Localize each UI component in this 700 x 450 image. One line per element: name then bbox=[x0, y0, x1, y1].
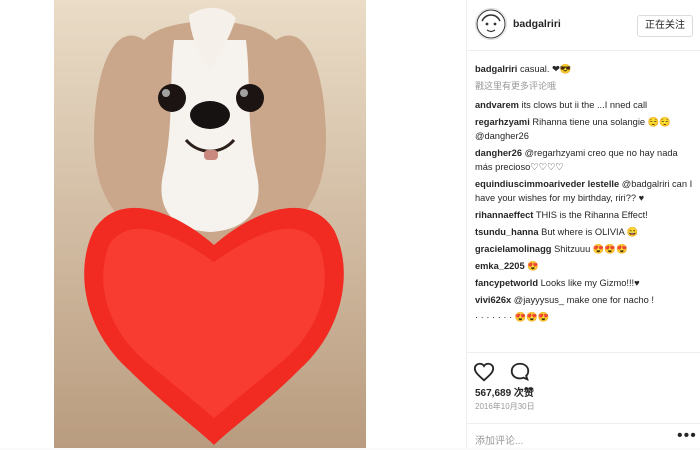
comment-text: But where is OLIVIA 😄 bbox=[541, 227, 639, 237]
comment-username[interactable]: vivi626x bbox=[475, 295, 511, 305]
post-actions: 567,689 次赞 2016年10月30日 添加评论... ••• bbox=[467, 352, 700, 449]
photo-margin bbox=[0, 0, 54, 448]
heart-icon-svg bbox=[473, 362, 495, 382]
more-comments-link[interactable]: 戳这里有更多评论哦 bbox=[467, 79, 700, 92]
comment-icon-svg bbox=[511, 362, 530, 381]
following-button[interactable]: 正在关注 bbox=[637, 15, 693, 37]
comment-username[interactable]: gracielamolinagg bbox=[475, 244, 551, 254]
comment-username[interactable]: regarhzyami bbox=[475, 117, 530, 127]
comment-text: Shitzuuu 😍😍😍 bbox=[554, 244, 628, 254]
comment-item: · · · · · · · 😍😍😍 bbox=[467, 310, 700, 324]
comments-list: badgalriri casual. ❤😎 戳这里有更多评论哦 andvarem… bbox=[467, 62, 700, 346]
comment-text: Looks like my Gizmo!!!♥ bbox=[540, 278, 640, 288]
comment-item: rihannaeffect THIS is the Rihanna Effect… bbox=[467, 208, 700, 222]
comment-icon[interactable] bbox=[509, 361, 531, 383]
comment-username[interactable]: emka_2205 bbox=[475, 261, 525, 271]
post-header: badgalriri 正在关注 bbox=[467, 0, 700, 51]
more-options-button[interactable]: ••• bbox=[677, 427, 697, 445]
post-photo bbox=[0, 0, 466, 448]
comment-item: gracielamolinagg Shitzuuu 😍😍😍 bbox=[467, 242, 700, 256]
dog-illustration bbox=[54, 0, 366, 448]
instagram-post-view: badgalriri 正在关注 badgalriri casual. ❤😎 戳这… bbox=[0, 0, 700, 448]
comment-username[interactable]: tsundu_hanna bbox=[475, 227, 539, 237]
post-date: 2016年10月30日 bbox=[475, 402, 535, 411]
comment-text: · · · · · · · 😍😍😍 bbox=[475, 312, 550, 322]
comment-text: 😍 bbox=[527, 261, 539, 271]
photo-margin bbox=[366, 0, 466, 448]
caption-username[interactable]: badgalriri bbox=[475, 64, 517, 74]
comment-username[interactable]: andvarem bbox=[475, 100, 519, 110]
dog-photo bbox=[54, 0, 366, 448]
comment-username[interactable]: fancypetworld bbox=[475, 278, 538, 288]
comment-item: dangher26 @regarhzyami creo que no hay n… bbox=[467, 146, 700, 174]
comments-fade bbox=[467, 335, 700, 351]
comment-item: emka_2205 😍 bbox=[467, 259, 700, 273]
comment-item: tsundu_hanna But where is OLIVIA 😄 bbox=[467, 225, 700, 239]
post-side-panel: badgalriri 正在关注 badgalriri casual. ❤😎 戳这… bbox=[466, 0, 700, 448]
comment-text: THIS is the Rihanna Effect! bbox=[535, 210, 648, 220]
caption: badgalriri casual. ❤😎 bbox=[467, 62, 700, 76]
comment-text: @jayyysus_ make one for nacho ! bbox=[513, 295, 654, 305]
author-avatar[interactable] bbox=[475, 8, 507, 40]
comment-item: andvarem its clows but ii the ...I nned … bbox=[467, 98, 700, 112]
caption-text: casual. ❤😎 bbox=[519, 64, 572, 74]
comment-username[interactable]: dangher26 bbox=[475, 148, 522, 158]
likes-count[interactable]: 567,689 次赞 bbox=[475, 384, 534, 399]
author-username[interactable]: badgalriri bbox=[513, 18, 561, 30]
comment-item: regarhzyami Rihanna tiene una solangie 😌… bbox=[467, 115, 700, 143]
comment-item: equindiuscimmoariveder lestelle @badgalr… bbox=[467, 177, 700, 205]
comment-item: vivi626x @jayyysus_ make one for nacho ! bbox=[467, 293, 700, 307]
heart-icon[interactable] bbox=[473, 361, 495, 383]
comment-username[interactable]: equindiuscimmoariveder lestelle bbox=[475, 179, 619, 189]
comment-username[interactable]: rihannaeffect bbox=[475, 210, 533, 220]
add-comment-input[interactable]: 添加评论... bbox=[475, 432, 523, 447]
add-comment-bar: 添加评论... ••• bbox=[467, 423, 700, 450]
comment-text: its clows but ii the ...I nned call bbox=[521, 100, 648, 110]
comment-item: fancypetworld Looks like my Gizmo!!!♥ bbox=[467, 276, 700, 290]
avatar-icon bbox=[476, 9, 506, 39]
